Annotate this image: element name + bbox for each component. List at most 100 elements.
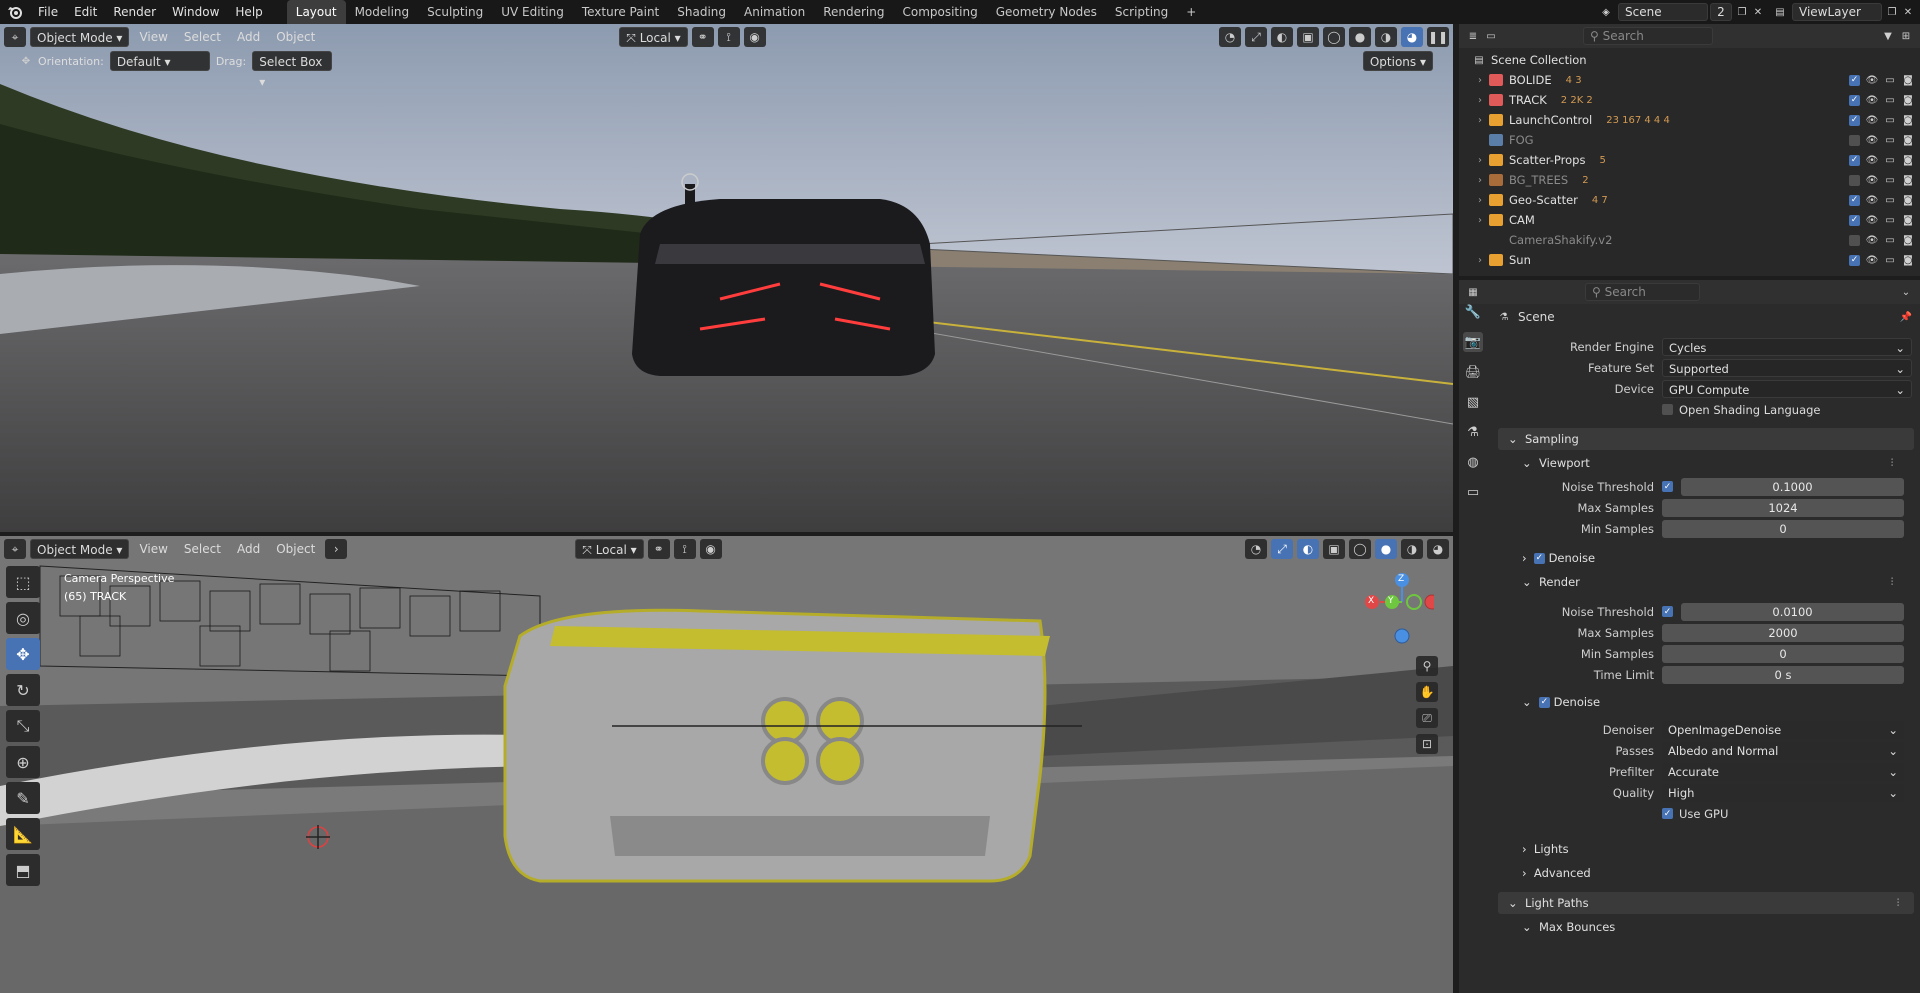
viewport-monitor-icon[interactable]: ▭	[1884, 154, 1896, 166]
editor-type-icon[interactable]: ▦	[1467, 286, 1479, 298]
use-gpu-checkbox[interactable]: ✓	[1662, 808, 1673, 819]
vp-max-samples-field[interactable]: 1024	[1662, 498, 1904, 517]
transform-tool-icon[interactable]: ⊕	[6, 746, 40, 778]
r-noise-threshold-checkbox[interactable]: ✓	[1662, 606, 1673, 617]
outliner-item[interactable]: › Scatter-Props 5 ✓ 👁 ▭ ◙	[1473, 150, 1920, 170]
overlay-icon[interactable]: ◐	[1297, 539, 1319, 559]
tab-sculpting[interactable]: Sculpting	[418, 0, 492, 24]
viewport-monitor-icon[interactable]: ▭	[1884, 254, 1896, 266]
camera-view-icon[interactable]: ⎚	[1416, 708, 1438, 728]
r-denoise-checkbox[interactable]: ✓	[1538, 696, 1550, 708]
pivot-point-icon[interactable]: ⚭	[647, 539, 670, 559]
viewport-monitor-icon[interactable]: ▭	[1884, 74, 1896, 86]
scene-collection-row[interactable]: ▤ Scene Collection	[1473, 50, 1920, 70]
options-chevron-icon[interactable]: ⌄	[1900, 286, 1912, 298]
orientation-dropdown[interactable]: Default ▾	[109, 51, 210, 71]
filter-icon[interactable]: ▼	[1882, 30, 1894, 42]
render-camera-icon[interactable]: ◙	[1902, 194, 1914, 206]
add-workspace-icon[interactable]: +	[1177, 0, 1205, 24]
menu-select[interactable]: Select	[178, 539, 227, 559]
measure-tool-icon[interactable]: 📐	[6, 818, 40, 850]
vp-denoise-subpanel-header[interactable]: › ✓ Denoise	[1498, 547, 1914, 569]
render-camera-icon[interactable]: ◙	[1902, 174, 1914, 186]
duplicate-scene-icon[interactable]: ❐	[1736, 6, 1748, 18]
outliner-item[interactable]: › CAM ✓ 👁 ▭ ◙	[1473, 210, 1920, 230]
bottom-viewport[interactable]: ⌖ Object Mode ▾ View Select Add Object ›…	[0, 536, 1453, 993]
exclude-checkbox[interactable]	[1849, 174, 1860, 186]
max-bounces-subpanel-header[interactable]: ⌄ Max Bounces	[1498, 916, 1914, 938]
outliner-item[interactable]: › Sun ✓ 👁 ▭ ◙	[1473, 250, 1920, 270]
mode-dropdown[interactable]: Object Mode ▾	[30, 539, 130, 559]
overlay-icon[interactable]: ◐	[1271, 27, 1293, 47]
visibility-icon[interactable]: ◔	[1219, 27, 1241, 47]
render-camera-icon[interactable]: ◙	[1902, 94, 1914, 106]
viewport-monitor-icon[interactable]: ▭	[1884, 94, 1896, 106]
options-dropdown[interactable]: Options ▾	[1362, 51, 1433, 71]
render-camera-icon[interactable]: ◙	[1902, 214, 1914, 226]
tab-animation[interactable]: Animation	[735, 0, 814, 24]
exclude-checkbox[interactable]: ✓	[1849, 154, 1860, 166]
material-shading-icon[interactable]: ◑	[1401, 539, 1423, 559]
eye-icon[interactable]: 👁	[1866, 174, 1879, 186]
osl-checkbox[interactable]	[1662, 404, 1673, 415]
eye-icon[interactable]: 👁	[1866, 234, 1879, 246]
scene-name-field[interactable]: Scene	[1618, 3, 1708, 21]
duplicate-view-layer-icon[interactable]: ❐	[1886, 6, 1898, 18]
outliner-item[interactable]: CameraShakify.v2 👁 ▭ ◙	[1473, 230, 1920, 250]
denoiser-dropdown[interactable]: OpenImageDenoise ⌄	[1662, 720, 1904, 739]
r-noise-threshold-field[interactable]: 0.0100	[1681, 602, 1904, 621]
outliner-item[interactable]: › BG_TREES 2 👁 ▭ ◙	[1473, 170, 1920, 190]
delete-view-layer-icon[interactable]: ✕	[1902, 6, 1914, 18]
menu-render[interactable]: Render	[105, 0, 164, 24]
pause-render-icon[interactable]: ❚❚	[1427, 27, 1449, 47]
render-camera-icon[interactable]: ◙	[1902, 114, 1914, 126]
view-layer-field[interactable]: ViewLayer	[1792, 3, 1882, 21]
wireframe-shading-icon[interactable]: ◯	[1323, 27, 1345, 47]
exclude-checkbox[interactable]: ✓	[1849, 194, 1860, 206]
tab-uv-editing[interactable]: UV Editing	[492, 0, 573, 24]
gizmo-icon[interactable]: ⤢	[1245, 27, 1267, 47]
tab-modeling[interactable]: Modeling	[346, 0, 419, 24]
lock-icon[interactable]: ⊡	[1416, 734, 1438, 754]
device-dropdown[interactable]: GPU Compute ⌄	[1662, 379, 1912, 398]
vp-noise-threshold-checkbox[interactable]: ✓	[1662, 481, 1673, 492]
select-tool-icon[interactable]: ⬚	[6, 566, 40, 598]
r-max-samples-field[interactable]: 2000	[1662, 623, 1904, 642]
eye-icon[interactable]: 👁	[1866, 254, 1879, 266]
render-engine-dropdown[interactable]: Cycles ⌄	[1662, 337, 1912, 356]
menu-help[interactable]: Help	[227, 0, 270, 24]
render-camera-icon[interactable]: ◙	[1902, 234, 1914, 246]
tab-layout[interactable]: Layout	[286, 0, 346, 24]
outliner-search[interactable]: ⚲ Search	[1583, 27, 1713, 45]
outliner-item[interactable]: › Geo-Scatter 4 7 ✓ 👁 ▭ ◙	[1473, 190, 1920, 210]
menu-file[interactable]: File	[30, 0, 66, 24]
xray-icon[interactable]: ▣	[1297, 27, 1319, 47]
pivot-point-icon[interactable]: ⚭	[691, 27, 714, 47]
prefilter-dropdown[interactable]: Accurate ⌄	[1662, 762, 1904, 781]
expand-chevron-icon[interactable]: ›	[1473, 255, 1487, 266]
eye-icon[interactable]: 👁	[1866, 154, 1879, 166]
move-tool-icon[interactable]: ✥	[6, 638, 40, 670]
outliner-item[interactable]: › LaunchControl 23 167 4 4 4 ✓ 👁 ▭ ◙	[1473, 110, 1920, 130]
view-layer-tab-icon[interactable]: ▧	[1463, 392, 1483, 412]
expand-chevron-icon[interactable]: ›	[1473, 155, 1487, 166]
menu-object[interactable]: Object	[270, 539, 321, 559]
world-tab-icon[interactable]: ◍	[1463, 452, 1483, 472]
viewport-monitor-icon[interactable]: ▭	[1884, 114, 1896, 126]
exclude-checkbox[interactable]	[1849, 234, 1860, 246]
output-tab-icon[interactable]: 🖨	[1463, 362, 1483, 382]
collapse-header-icon[interactable]: ›	[325, 539, 348, 559]
vp-denoise-checkbox[interactable]: ✓	[1533, 552, 1545, 564]
light-paths-panel-header[interactable]: ⌄ Light Paths ⫶	[1498, 892, 1914, 914]
menu-edit[interactable]: Edit	[66, 0, 105, 24]
exclude-checkbox[interactable]	[1849, 134, 1860, 146]
proportional-edit-icon[interactable]: ◉	[743, 27, 766, 47]
tab-shading[interactable]: Shading	[668, 0, 735, 24]
render-camera-icon[interactable]: ◙	[1902, 154, 1914, 166]
mode-dropdown[interactable]: Object Mode ▾	[30, 27, 130, 47]
snap-icon[interactable]: ⟟	[717, 27, 740, 47]
outliner-item[interactable]: › TRACK 2 2K 2 ✓ 👁 ▭ ◙	[1473, 90, 1920, 110]
annotate-tool-icon[interactable]: ✎	[6, 782, 40, 814]
outliner-item[interactable]: › BOLIDE 4 3 ✓ 👁 ▭ ◙	[1473, 70, 1920, 90]
advanced-subpanel-header[interactable]: › Advanced	[1498, 862, 1914, 884]
